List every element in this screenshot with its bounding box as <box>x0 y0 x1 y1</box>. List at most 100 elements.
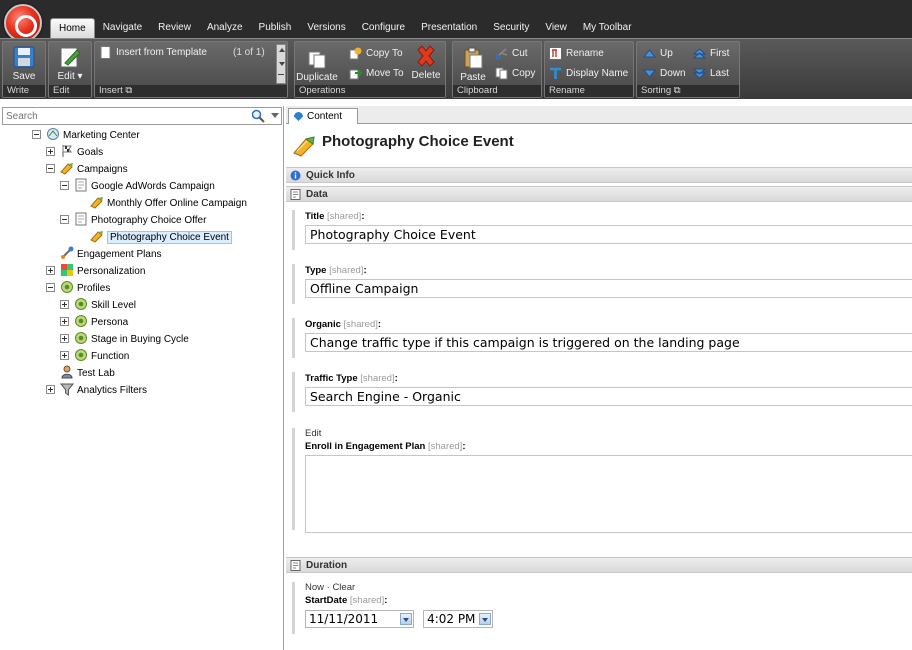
date-picker[interactable]: 11/11/2011 <box>305 610 414 628</box>
collapse-icon[interactable] <box>60 180 69 190</box>
edit-link[interactable]: Edit <box>305 428 912 440</box>
tab-navigate[interactable]: Navigate <box>95 18 150 38</box>
profile-icon <box>61 281 73 294</box>
insert-from-template-button[interactable]: Insert from Template <box>99 45 207 60</box>
tree-item-test-lab[interactable]: Test Lab <box>60 365 115 382</box>
campaigns-icon <box>60 163 73 175</box>
up-button[interactable]: Up <box>643 46 673 61</box>
tab-configure[interactable]: Configure <box>354 18 413 38</box>
rename-group-label: Rename <box>545 85 633 97</box>
tree-item-persona[interactable]: Persona <box>60 315 128 331</box>
campaign-event-icon <box>90 231 103 243</box>
collapse-icon[interactable] <box>60 214 69 224</box>
data-section-header[interactable]: Data <box>286 186 912 202</box>
tree-item-photography-choice-offer[interactable]: Photography Choice Offer <box>60 212 206 229</box>
tab-content[interactable]: Content <box>288 108 358 124</box>
first-button[interactable]: First <box>693 46 729 61</box>
search-icon[interactable] <box>251 109 265 123</box>
tree-item-engagement-plans[interactable]: Engagement Plans <box>60 246 162 263</box>
move-to-button[interactable]: Move To <box>349 66 404 81</box>
expand-icon[interactable] <box>60 350 69 360</box>
paste-button[interactable]: Paste <box>453 46 493 83</box>
expand-icon[interactable] <box>60 299 69 309</box>
start-date-field-label: StartDate [shared]: <box>305 594 912 607</box>
chevron-down-icon[interactable] <box>400 613 412 625</box>
title-input[interactable]: Photography Choice Event <box>305 225 912 244</box>
tree-item-skill-level[interactable]: Skill Level <box>60 298 136 314</box>
display-name-button[interactable]: Display Name <box>549 66 628 81</box>
copy-button[interactable]: Copy <box>495 66 535 81</box>
cut-button[interactable]: Cut <box>495 46 528 61</box>
tree-item-marketing-center[interactable]: Marketing Center <box>32 128 140 144</box>
shared-tag: [shared] <box>343 319 378 330</box>
collapse-icon[interactable] <box>32 129 41 139</box>
tree-item-goals[interactable]: Goals <box>46 145 103 161</box>
search-input[interactable] <box>3 108 243 124</box>
tree-item-label: Function <box>91 351 130 362</box>
tab-security[interactable]: Security <box>485 18 537 38</box>
search-options-dropdown-icon[interactable] <box>271 113 279 118</box>
tree-item-personalization[interactable]: Personalization <box>46 264 145 280</box>
enroll-label-text: Enroll in Engagement Plan <box>305 441 426 452</box>
duration-section-header[interactable]: Duration <box>286 557 912 573</box>
expand-icon[interactable] <box>60 333 69 343</box>
traffic-type-input[interactable]: Search Engine - Organic <box>305 387 912 406</box>
item-header: Photography Choice Event <box>286 125 912 167</box>
last-arrow-icon <box>693 68 706 79</box>
tree-item-function[interactable]: Function <box>60 349 129 365</box>
quick-info-section-header[interactable]: Quick Info <box>286 167 912 183</box>
tab-home[interactable]: Home <box>50 18 95 38</box>
app-logo-button[interactable] <box>4 4 42 42</box>
type-field-label: Type [shared]: <box>305 264 912 277</box>
first-label: First <box>710 48 730 59</box>
delete-button[interactable]: Delete <box>407 44 445 81</box>
duplicate-button[interactable]: Duplicate <box>295 50 339 83</box>
organic-field: Organic [shared]: Change traffic type if… <box>292 318 912 358</box>
engagement-plan-selector[interactable] <box>305 455 912 533</box>
down-button[interactable]: Down <box>643 66 686 81</box>
document-icon <box>75 212 87 226</box>
expand-icon[interactable] <box>46 265 55 275</box>
collapse-icon[interactable] <box>46 163 55 173</box>
tree-item-monthly-offer-online-campaign[interactable]: Monthly Offer Online Campaign <box>90 196 247 212</box>
write-group: Save Write <box>2 41 46 98</box>
now-clear-links[interactable]: Now · Clear <box>305 582 912 594</box>
date-time-row: 11/11/2011 4:02 PM <box>305 610 912 628</box>
tree-item-profiles[interactable]: Profiles <box>46 281 110 297</box>
type-input[interactable]: Offline Campaign <box>305 279 912 298</box>
clipboard-group-label: Clipboard <box>453 85 541 97</box>
expand-icon[interactable] <box>60 316 69 326</box>
tab-view[interactable]: View <box>537 18 575 38</box>
insert-gallery-scroller[interactable] <box>276 44 286 84</box>
tab-versions[interactable]: Versions <box>299 18 353 38</box>
test-lab-icon <box>61 365 73 379</box>
chevron-down-icon[interactable] <box>479 613 492 625</box>
time-picker[interactable]: 4:02 PM <box>423 610 494 628</box>
copy-to-button[interactable]: Copy To <box>349 46 403 61</box>
tree-item-photography-choice-event[interactable]: Photography Choice Event <box>90 230 232 246</box>
tab-presentation[interactable]: Presentation <box>413 18 485 38</box>
tree-item-analytics-filters[interactable]: Analytics Filters <box>46 383 147 399</box>
expand-gallery-icon <box>278 74 284 80</box>
profile-icon <box>75 298 87 311</box>
tree-item-stage-in-buying-cycle[interactable]: Stage in Buying Cycle <box>60 332 189 348</box>
tab-my-toolbar[interactable]: My Toolbar <box>575 18 640 38</box>
tab-review[interactable]: Review <box>150 18 199 38</box>
tree-item-google-adwords-campaign[interactable]: Google AdWords Campaign <box>60 178 215 195</box>
last-button[interactable]: Last <box>693 66 729 81</box>
expand-icon[interactable] <box>46 384 55 394</box>
collapse-icon[interactable] <box>46 282 55 292</box>
delete-icon <box>417 45 435 67</box>
tab-analyze[interactable]: Analyze <box>199 18 251 38</box>
rename-group: Rename Display Name Rename <box>544 41 634 98</box>
first-arrow-icon <box>693 48 706 59</box>
tree-item-campaigns[interactable]: Campaigns <box>46 162 128 178</box>
tab-publish[interactable]: Publish <box>251 18 300 38</box>
save-button[interactable]: Save <box>4 45 44 82</box>
expand-icon[interactable] <box>46 146 55 156</box>
duplicate-label: Duplicate <box>296 72 338 83</box>
filter-icon <box>60 383 74 397</box>
rename-button[interactable]: Rename <box>549 46 604 61</box>
edit-button[interactable]: Edit ▾ <box>50 45 90 82</box>
organic-input[interactable]: Change traffic type if this campaign is … <box>305 333 912 352</box>
